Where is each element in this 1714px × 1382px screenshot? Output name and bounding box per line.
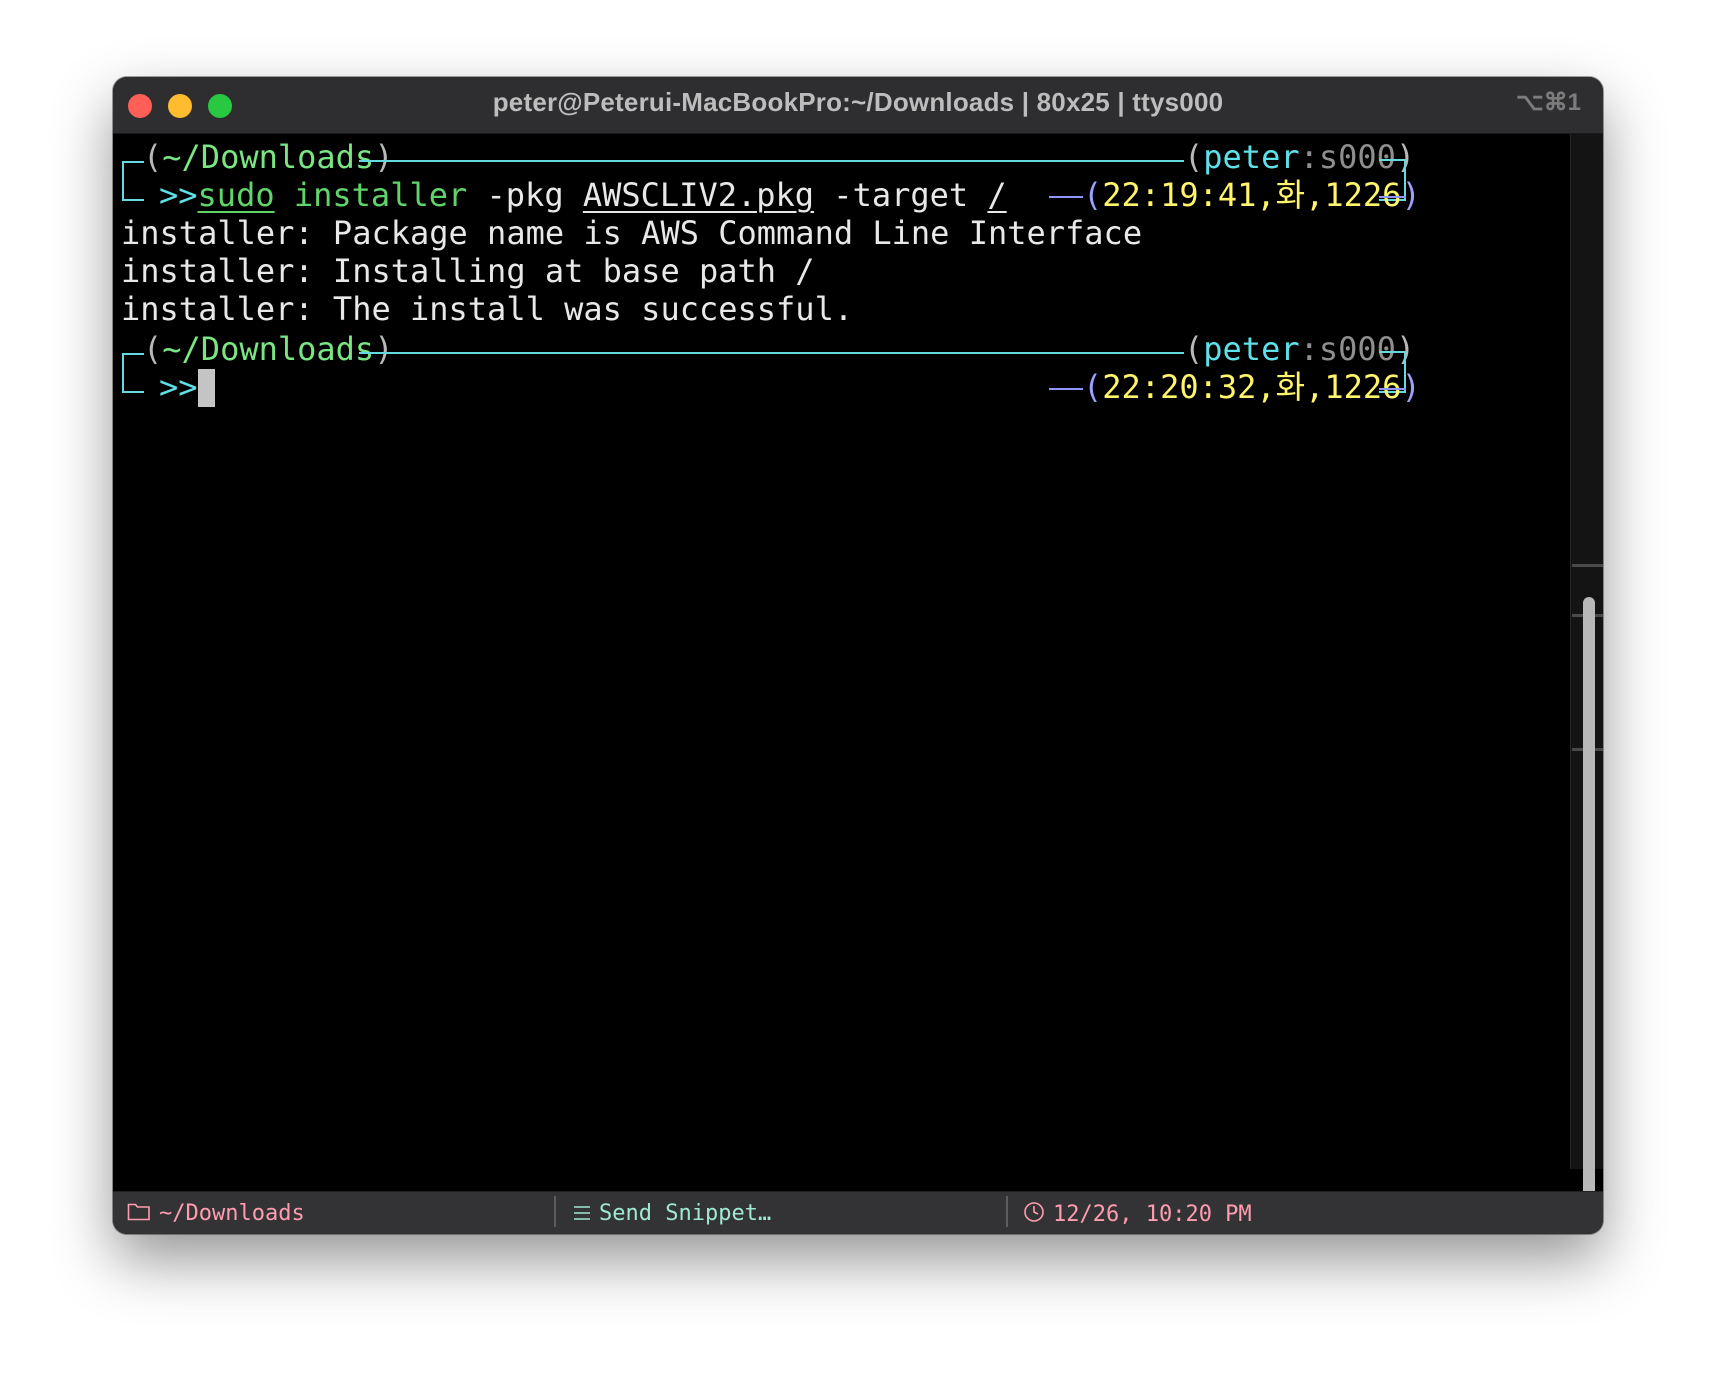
time-rule-end <box>1379 196 1406 198</box>
time-rule <box>1049 196 1083 198</box>
prompt-user: peter <box>1203 138 1300 176</box>
prompt-time: 22:20:32,화,1226 <box>1102 368 1402 406</box>
status-directory-label: ~/Downloads <box>159 1201 305 1226</box>
prompt-sep: : <box>1299 138 1319 176</box>
cmd-target-arg: / <box>987 176 1007 214</box>
prompt-rule <box>359 352 1184 354</box>
prompt-sep: : <box>1299 330 1319 368</box>
cmd-installer: installer <box>293 176 468 214</box>
folder-icon <box>127 1201 151 1227</box>
terminal-content[interactable]: (~/Downloads) (peter:s000) >>sudo instal… <box>113 134 1570 1169</box>
prompt-rule <box>359 160 1184 162</box>
cmd-flag-target: -target <box>833 176 969 214</box>
status-divider <box>1006 1196 1008 1227</box>
output-line: installer: Installing at base path / <box>121 252 815 290</box>
title-bar[interactable]: peter@Peterui-MacBookPro:~/Downloads | 8… <box>113 77 1603 134</box>
cmd-flag-pkg: -pkg <box>486 176 564 214</box>
prompt-timestamp: (22:19:41,화,1226) <box>1083 176 1421 214</box>
command-line[interactable]: >> <box>159 366 215 408</box>
clock-icon <box>1023 1201 1045 1229</box>
send-snippet-button[interactable]: Send Snippet… <box>573 1201 771 1227</box>
text-cursor <box>197 369 215 407</box>
prompt-directory: ~/Downloads <box>162 138 375 176</box>
cmd-pkg-arg: AWSCLIV2.pkg <box>582 176 815 214</box>
status-bar: ~/Downloads Send Snippet… 12/26, 10:20 P… <box>113 1191 1603 1234</box>
prompt-directory-line: (~/Downloads) <box>143 138 394 176</box>
output-line: installer: Package name is AWS Command L… <box>121 214 1143 252</box>
time-rule-end <box>1379 388 1406 390</box>
prompt-user: peter <box>1203 330 1300 368</box>
window-title: peter@Peterui-MacBookPro:~/Downloads | 8… <box>492 87 1224 117</box>
prompt-directory: ~/Downloads <box>162 330 375 368</box>
status-divider <box>554 1196 556 1227</box>
prompt-left-corner <box>122 161 144 201</box>
status-clock-label: 12/26, 10:20 PM <box>1053 1202 1252 1227</box>
prompt-time: 22:19:41,화,1226 <box>1102 176 1402 214</box>
status-directory[interactable]: ~/Downloads <box>127 1201 305 1227</box>
tab-shortcut: ⌥⌘1 <box>1515 89 1581 116</box>
terminal-window: peter@Peterui-MacBookPro:~/Downloads | 8… <box>113 77 1603 1234</box>
prompt-timestamp: (22:20:32,화,1226) <box>1083 368 1421 406</box>
time-rule <box>1049 388 1083 390</box>
send-snippet-label: Send Snippet… <box>599 1201 772 1226</box>
prompt-arrow: >> <box>159 176 198 214</box>
command-line: >>sudo installer -pkg AWSCLIV2.pkg -targ… <box>159 174 1007 216</box>
scroll-marker <box>1572 564 1603 567</box>
output-line: installer: The install was successful. <box>121 290 854 328</box>
prompt-directory-line: (~/Downloads) <box>143 330 394 368</box>
prompt-left-corner <box>122 353 144 393</box>
status-clock: 12/26, 10:20 PM <box>1023 1201 1252 1229</box>
cmd-sudo: sudo <box>197 176 275 214</box>
prompt-arrow: >> <box>159 368 198 406</box>
menu-lines-icon <box>573 1202 591 1227</box>
scrollbar[interactable] <box>1570 134 1603 1207</box>
scroll-thumb[interactable] <box>1583 597 1595 1207</box>
